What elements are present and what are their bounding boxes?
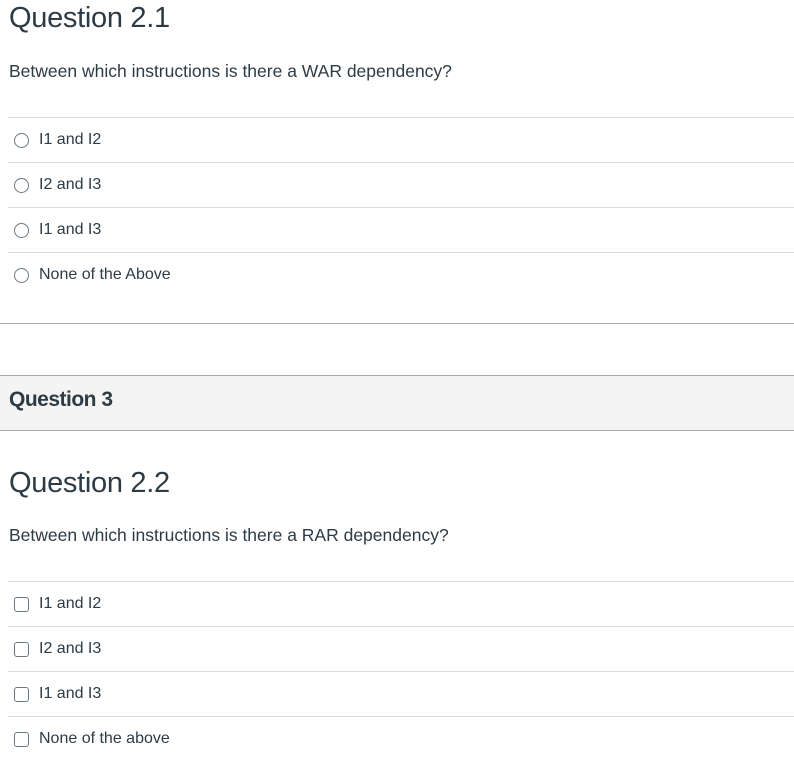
question-3-title: Question 3 (9, 388, 113, 411)
radio-button[interactable] (14, 132, 29, 148)
question-2-2-text: Between which instructions is there a RA… (9, 525, 449, 545)
answer-option[interactable]: I2 and I3 (8, 626, 794, 671)
answer-option[interactable]: I1 and I2 (8, 581, 794, 626)
answer-label: I2 and I3 (39, 176, 102, 193)
answer-label: I1 and I2 (39, 131, 102, 148)
question-2-2-answers: I1 and I2 I2 and I3 I1 and I3 None of th… (8, 581, 794, 761)
question-2-1-title: Question 2.1 (9, 2, 170, 34)
checkbox[interactable] (14, 686, 29, 702)
answer-label: None of the above (39, 730, 170, 747)
answer-label: I1 and I3 (39, 221, 102, 238)
answer-label: I1 and I3 (39, 685, 102, 702)
question-2-1-text: Between which instructions is there a WA… (9, 61, 452, 81)
checkbox[interactable] (14, 731, 29, 747)
answer-option[interactable]: I2 and I3 (8, 162, 794, 207)
answer-label: I1 and I2 (39, 595, 102, 612)
answer-option[interactable]: I1 and I3 (8, 671, 794, 716)
answer-label: None of the Above (39, 266, 171, 283)
question-2-2-title: Question 2.2 (9, 467, 170, 499)
answer-label: I2 and I3 (39, 640, 102, 657)
checkbox[interactable] (14, 596, 29, 612)
answer-option[interactable]: None of the Above (8, 252, 794, 297)
checkbox[interactable] (14, 641, 29, 657)
radio-button[interactable] (14, 177, 29, 193)
question-3-header: Question 3 (0, 375, 794, 431)
question-2-1-answers: I1 and I2 I2 and I3 I1 and I3 None of th… (8, 117, 794, 297)
radio-button[interactable] (14, 267, 29, 283)
section-divider (0, 323, 794, 324)
answer-option[interactable]: I1 and I2 (8, 117, 794, 162)
answer-option[interactable]: None of the above (8, 716, 794, 761)
answer-option[interactable]: I1 and I3 (8, 207, 794, 252)
radio-button[interactable] (14, 222, 29, 238)
